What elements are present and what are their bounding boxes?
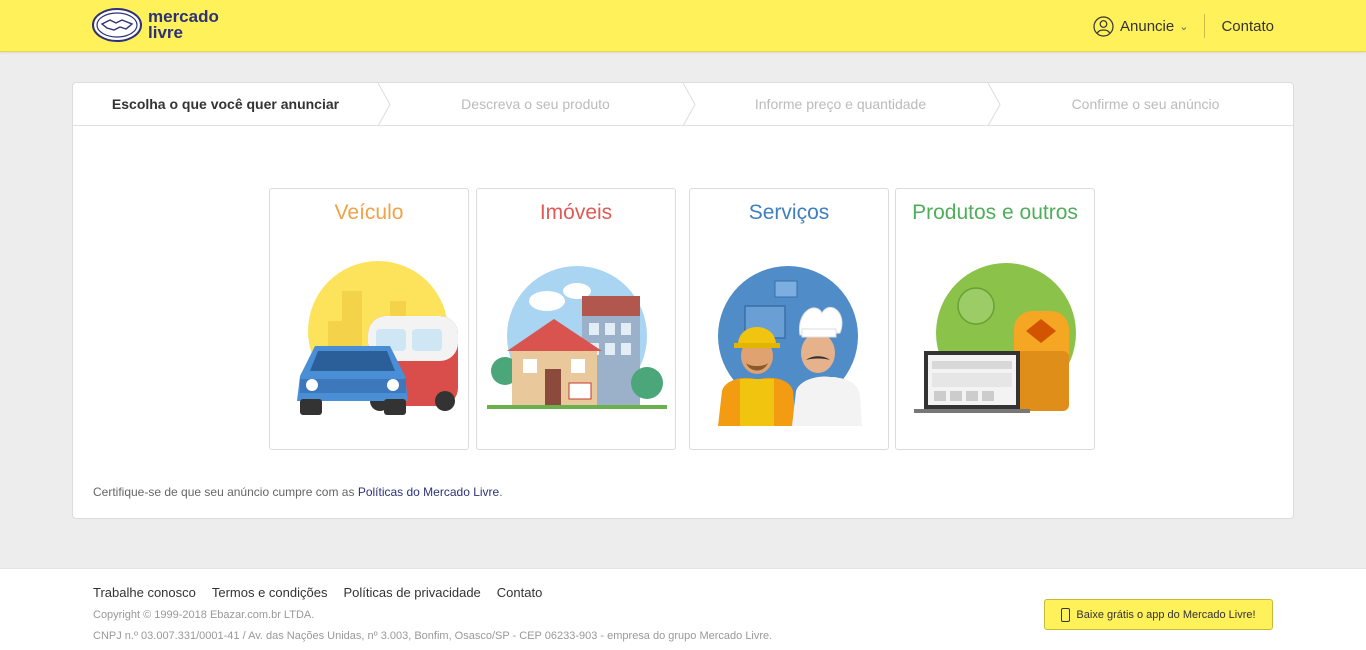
download-app-button[interactable]: Baixe grátis o app do Mercado Livre! [1044, 599, 1273, 630]
anuncie-label: Anuncie [1120, 17, 1175, 35]
footer-link-termos[interactable]: Termos e condições [212, 585, 328, 600]
main-card: Escolha o que você quer anunciar Descrev… [72, 82, 1294, 519]
products-illustration-icon [914, 263, 1076, 413]
category-imoveis[interactable]: Imóveis [476, 188, 676, 450]
nav-divider [1204, 14, 1206, 38]
category-title: Imóveis [539, 201, 613, 224]
page-footer: Trabalhe conosco Termos e condições Polí… [0, 568, 1366, 650]
step-describe: Descreva o seu produto [461, 96, 610, 112]
cnpj-text: CNPJ n.º 03.007.331/0001-41 / Av. das Na… [93, 630, 773, 642]
house-illustration-icon [487, 266, 667, 409]
category-title: Veículo [334, 201, 404, 224]
phone-icon [1061, 607, 1071, 622]
category-title: Serviços [748, 201, 830, 224]
step-confirm: Confirme o seu anúncio [1071, 96, 1220, 112]
copyright-text: Copyright © 1999-2018 Ebazar.com.br LTDA… [93, 609, 315, 621]
policy-end: . [499, 485, 503, 499]
step-choose: Escolha o que você quer anunciar [111, 96, 340, 112]
footer-link-trabalhe[interactable]: Trabalhe conosco [93, 585, 196, 600]
user-icon [1093, 15, 1114, 37]
vehicle-illustration-icon [297, 261, 458, 415]
category-servicos[interactable]: Serviços [689, 188, 889, 450]
policy-notice: Certifique-se de que seu anúncio cumpre … [93, 485, 503, 499]
category-produtos[interactable]: Produtos e outros [895, 188, 1095, 450]
download-app-label: Baixe grátis o app do Mercado Livre! [1076, 608, 1256, 621]
category-veiculo[interactable]: Veículo [269, 188, 469, 450]
footer-link-contato[interactable]: Contato [497, 585, 543, 600]
footer-link-privacidade[interactable]: Políticas de privacidade [343, 585, 480, 600]
chevron-down-icon: ⌄ [1179, 20, 1189, 33]
category-title: Produtos e outros [912, 201, 1078, 224]
footer-links: Trabalhe conosco Termos e condições Polí… [93, 585, 558, 600]
policy-link[interactable]: Políticas do Mercado Livre [358, 485, 499, 499]
top-header: mercado livre Anuncie ⌄ Contato [0, 0, 1366, 52]
progress-steps: Escolha o que você quer anunciar Descrev… [73, 83, 1293, 126]
handshake-logo-icon [92, 8, 142, 42]
anuncie-menu[interactable]: Anuncie ⌄ [1093, 15, 1189, 37]
logo-text-line2: livre [148, 23, 183, 42]
mercado-livre-logo[interactable]: mercado livre [92, 6, 232, 44]
services-illustration-icon [718, 266, 862, 426]
policy-text: Certifique-se de que seu anúncio cumpre … [93, 485, 358, 499]
contato-link[interactable]: Contato [1221, 18, 1274, 35]
step-price: Informe preço e quantidade [754, 96, 927, 112]
